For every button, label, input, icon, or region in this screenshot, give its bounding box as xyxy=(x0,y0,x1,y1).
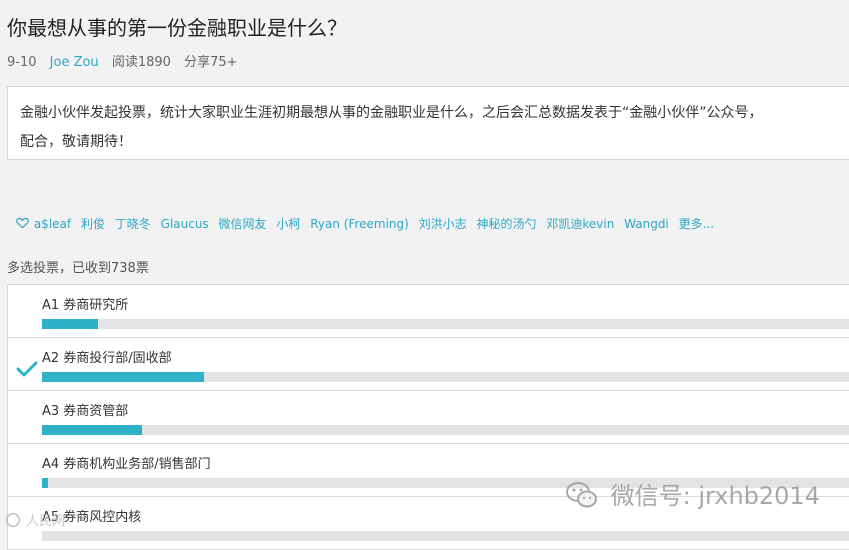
heart-icon[interactable] xyxy=(16,217,29,229)
ie-logo xyxy=(5,512,21,528)
result-bar-fill xyxy=(42,372,204,382)
like-user[interactable]: 神秘的汤勺 xyxy=(477,217,537,231)
wechat-watermark: 微信号: jrxhb2014 xyxy=(565,476,820,511)
like-user[interactable]: Ryan (Freeming) xyxy=(310,217,409,231)
option-label: A3 券商资管部 xyxy=(42,404,129,419)
description-line-2: 配合，敬请期待！ xyxy=(20,134,132,150)
like-user[interactable]: 刘洪小志 xyxy=(419,217,467,231)
share-count[interactable]: 分享75+ xyxy=(184,55,237,70)
like-user[interactable]: a$leaf xyxy=(34,217,71,231)
likes-list: a$leaf 利俊 丁晓冬 Glaucus 微信网友 小柯 Ryan (Free… xyxy=(16,215,720,232)
result-bar-track xyxy=(42,425,849,435)
like-user[interactable]: 丁晓冬 xyxy=(115,217,151,231)
vote-option[interactable]: A2 券商投行部/固收部 xyxy=(8,338,849,391)
vote-option[interactable]: A3 券商资管部 xyxy=(8,391,849,444)
vote-option[interactable]: A1 券商研究所 xyxy=(8,285,849,338)
result-bar-fill xyxy=(42,478,48,488)
result-bar-track xyxy=(42,319,849,329)
option-label: A2 券商投行部/固收部 xyxy=(42,351,172,366)
post-title: 你最想从事的第一份金融职业是什么？ xyxy=(7,16,347,40)
like-user[interactable]: 邓凯迪kevin xyxy=(546,217,614,231)
post-date: 9-10 xyxy=(7,55,37,70)
author-link[interactable]: Joe Zou xyxy=(50,55,99,70)
checkmark-icon xyxy=(16,361,38,377)
result-bar-track xyxy=(42,531,849,541)
post-meta: 9-10 Joe Zou 阅读1890 分享75+ xyxy=(7,51,247,70)
option-label: A1 券商研究所 xyxy=(42,298,129,313)
vote-description: 金融小伙伴发起投票，统计大家职业生涯初期最想从事的金融职业是什么，之后会汇总数据… xyxy=(7,86,849,160)
like-user[interactable]: Glaucus xyxy=(161,217,209,231)
wechat-logo xyxy=(566,482,597,508)
like-user[interactable]: 微信网友 xyxy=(219,217,267,231)
watermark-text: 微信号: jrxhb2014 xyxy=(610,482,820,510)
like-user[interactable]: 利俊 xyxy=(81,217,105,231)
corner-logo: 人民网 xyxy=(4,510,65,529)
description-line-1: 金融小伙伴发起投票，统计大家职业生涯初期最想从事的金融职业是什么，之后会汇总数据… xyxy=(20,105,763,121)
result-bar-fill xyxy=(42,425,142,435)
result-bar-track xyxy=(42,372,849,382)
option-label: A4 券商机构业务部/销售部门 xyxy=(42,457,211,472)
vote-info: 多选投票，已收到738票 xyxy=(7,261,149,276)
like-user[interactable]: Wangdi xyxy=(624,217,669,231)
like-user[interactable]: 小柯 xyxy=(276,217,300,231)
corner-logo-text: 人民网 xyxy=(26,514,66,529)
more-likes-link[interactable]: 更多... xyxy=(679,217,714,231)
result-bar-fill xyxy=(42,319,98,329)
read-count: 阅读1890 xyxy=(111,55,171,70)
